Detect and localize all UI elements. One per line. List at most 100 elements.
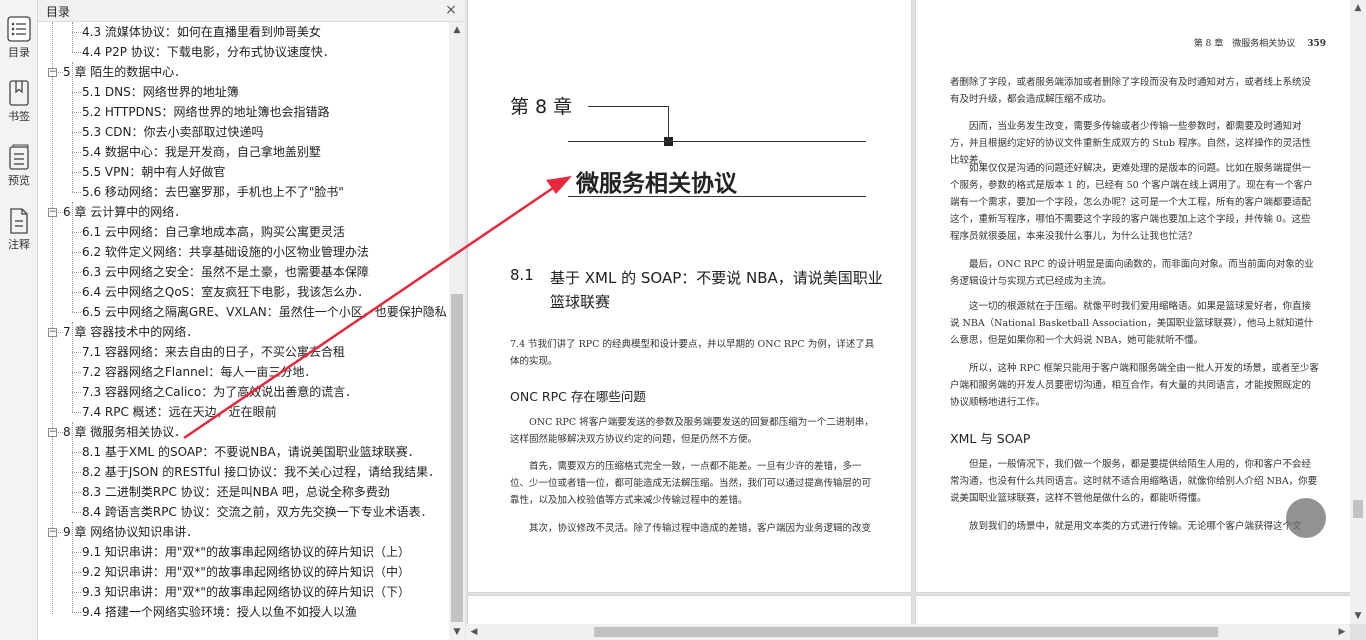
tree-branch-line (72, 452, 81, 453)
collapse-toggle-icon[interactable]: − (48, 328, 57, 337)
toc-section-item[interactable]: 9.2 知识串讲：用"双*"的故事串起网络协议的碎片知识（中） (38, 562, 448, 582)
toc-section-item[interactable]: 8.4 跨语言类RPC 协议：交流之前，双方先交换一下专业术语表． (38, 502, 448, 522)
toc-section-item[interactable]: 6.4 云中网络之QoS：室友疯狂下电影，我该怎么办． (38, 282, 448, 302)
back-to-top-button[interactable] (1286, 498, 1326, 538)
running-header-chapter: 第 8 章 微服务相关协议 (1193, 39, 1296, 49)
document-viewer: 第 8 章 微服务相关协议 8.1 基于 XML 的 SOAP：不要说 NBA，… (466, 0, 1366, 640)
paragraph-3: 如果仅仅是沟通的问题还好解决，更难处理的是版本的问题。比如在服务端提供一个服务，… (950, 163, 1313, 242)
toc-section-item[interactable]: 6.3 云中网络之安全：虽然不是土豪，也需要基本保障 (38, 262, 448, 282)
page-360 (468, 596, 911, 626)
tree-branch-line (72, 52, 81, 53)
toc-section-item[interactable]: 5.2 HTTPDNS：网络世界的地址簿也会指错路 (38, 102, 448, 122)
tree-branch-line (72, 312, 81, 313)
collapse-toggle-icon[interactable]: − (48, 428, 57, 437)
toc-item-label: 8 章 微服务相关协议． (63, 422, 187, 442)
chapter-title: 微服务相关协议 (576, 171, 737, 197)
toc-section-item[interactable]: 5.5 VPN：朝中有人好做官 (38, 162, 448, 182)
rail-bookmark-label: 书签 (8, 110, 30, 123)
toc-tree: 4.3 流媒体协议：如何在直播里看到帅哥美女 4.4 P2P 协议：下载电影，分布… (38, 22, 448, 640)
toc-item-label: 5.3 CDN：你去小卖部取过快递吗 (82, 125, 264, 139)
toc-section-item[interactable]: 5.6 移动网络：去巴塞罗那，手机也上不了"脸书" (38, 182, 448, 202)
document-horizontal-scrollbar[interactable]: ◀ ▶ (466, 624, 1350, 640)
rail-preview-label: 预览 (8, 174, 30, 187)
section-number: 8.1 (510, 266, 534, 284)
bookmark-icon (9, 80, 29, 106)
close-icon[interactable]: × (443, 2, 459, 18)
horizontal-scroll-thumb[interactable] (594, 627, 1218, 637)
toc-scrollbar[interactable]: ▲ ▼ (449, 22, 465, 640)
toc-item-label: 5.4 数据中心：我是开发商，自己拿地盖别墅 (82, 145, 321, 159)
scroll-up-icon[interactable]: ▲ (449, 22, 465, 38)
toc-item-label: 7.2 容器网络之Flannel：每人一亩三分地． (82, 365, 317, 379)
toc-item-label: 6.1 云中网络：自己拿地成本高，购买公寓更灵活 (82, 225, 345, 239)
collapse-toggle-icon[interactable]: − (48, 68, 57, 77)
toc-section-item[interactable]: 7.1 容器网络：来去自由的日子，不买公寓去合租 (38, 342, 448, 362)
scroll-down-icon[interactable]: ▼ (1350, 608, 1366, 624)
toc-item-label: 5.6 移动网络：去巴塞罗那，手机也上不了"脸书" (82, 185, 344, 199)
toc-item-label: 8.1 基于XML 的SOAP：不要说NBA，请说美国职业篮球联赛． (82, 445, 420, 459)
toc-item-label: 8.2 基于JSON 的RESTful 接口协议：我不关心过程，请给我结果． (82, 465, 441, 479)
tree-guide-line (72, 202, 73, 312)
toc-section-item[interactable]: 8.1 基于XML 的SOAP：不要说NBA，请说美国职业篮球联赛． (38, 442, 448, 462)
toc-section-item[interactable]: 4.4 P2P 协议：下载电影，分布式协议速度快． (38, 42, 448, 62)
scroll-up-icon[interactable]: ▲ (1350, 0, 1366, 16)
tree-branch-line (72, 252, 81, 253)
toc-section-item[interactable]: 7.3 容器网络之Calico：为了高效说出善意的谎言． (38, 382, 448, 402)
toc-section-item[interactable]: 5.3 CDN：你去小卖部取过快递吗 (38, 122, 448, 142)
rail-bookmark-button[interactable]: 书签 (0, 76, 38, 128)
toc-section-item[interactable]: 8.3 二进制类RPC 协议：还是叫NBA 吧，总说全称多费劲 (38, 482, 448, 502)
collapse-toggle-icon[interactable]: − (48, 528, 57, 537)
document-vertical-scrollbar[interactable]: ▲ ▼ (1350, 0, 1366, 624)
toc-item-label: 5.2 HTTPDNS：网络世界的地址簿也会指错路 (82, 105, 330, 119)
scroll-right-icon[interactable]: ▶ (1334, 624, 1350, 640)
vertical-scroll-thumb[interactable] (1353, 500, 1363, 518)
page-number: 359 (1307, 39, 1326, 49)
toc-chapter-item[interactable]: −8 章 微服务相关协议． (38, 422, 448, 442)
toc-section-item[interactable]: 9.1 知识串讲：用"双*"的故事串起网络协议的碎片知识（上） (38, 542, 448, 562)
toc-chapter-item[interactable]: −6 章 云计算中的网络． (38, 202, 448, 222)
toc-chapter-item[interactable]: −9 章 网络协议知识串讲． (38, 522, 448, 542)
toc-section-item[interactable]: 6.2 软件定义网络：共享基础设施的小区物业管理办法 (38, 242, 448, 262)
toc-chapter-item[interactable]: −5 章 陌生的数据中心． (38, 62, 448, 82)
tree-branch-line (72, 92, 81, 93)
toc-section-item[interactable]: 9.4 搭建一个网络实验环境：授人以鱼不如授人以渔 (38, 602, 448, 622)
toc-item-label: 6.2 软件定义网络：共享基础设施的小区物业管理办法 (82, 245, 369, 259)
toc-item-label: 6.3 云中网络之安全：虽然不是土豪，也需要基本保障 (82, 265, 369, 279)
toc-section-item[interactable]: 5.1 DNS：网络世界的地址簿 (38, 82, 448, 102)
toc-section-item[interactable]: 5.4 数据中心：我是开发商，自己拿地盖别墅 (38, 142, 448, 162)
tree-branch-line (72, 192, 81, 193)
toc-section-item[interactable]: 6.5 云中网络之隔离GRE、VXLAN：虽然住一个小区，也要保护隐私 (38, 302, 448, 322)
rail-annotation-button[interactable]: 注释 (0, 204, 38, 256)
tree-branch-line (72, 152, 81, 153)
toc-item-label: 6.4 云中网络之QoS：室友疯狂下电影，我该怎么办． (82, 285, 370, 299)
scroll-left-icon[interactable]: ◀ (466, 624, 482, 640)
tree-branch-line (72, 412, 81, 413)
collapse-toggle-icon[interactable]: − (48, 208, 57, 217)
toc-chapter-item[interactable]: −7 章 容器技术中的网络． (38, 322, 448, 342)
toc-section-item[interactable]: 9.3 知识串讲：用"双*"的故事串起网络协议的碎片知识（下） (38, 582, 448, 602)
rail-toc-button[interactable]: 目录 (0, 12, 38, 64)
rail-preview-button[interactable]: 预览 (0, 140, 38, 192)
tree-branch-line (72, 612, 81, 613)
paragraph-1: ONC RPC 将客户端要发送的参数及服务端要发送的回复都压缩为一个二进制串，这… (510, 417, 874, 445)
toc-item-label: 6 章 云计算中的网络． (63, 205, 187, 219)
toc-title: 目录 (46, 5, 71, 19)
paragraph-6: 所以，这种 RPC 框架只能用于客户端和服务端全由一批人开发的场景，或者至少客户… (950, 363, 1319, 408)
toc-section-item[interactable]: 7.2 容器网络之Flannel：每人一亩三分地． (38, 362, 448, 382)
tree-branch-line (72, 492, 81, 493)
chapter-number: 第 8 章 (510, 96, 573, 118)
toc-item-label: 4.4 P2P 协议：下载电影，分布式协议速度快． (82, 45, 335, 59)
toc-section-item[interactable]: 7.4 RPC 概述：远在天边，近在眼前 (38, 402, 448, 422)
paragraph-5: 这一切的根源就在于压缩。就像平时我们爱用缩略语。如果是篮球爱好者，你直接说 NB… (950, 301, 1314, 346)
tree-branch-line (72, 512, 81, 513)
scroll-down-icon[interactable]: ▼ (449, 624, 465, 640)
toc-section-item[interactable]: 4.3 流媒体协议：如何在直播里看到帅哥美女 (38, 22, 448, 42)
preview-icon (9, 144, 29, 170)
toc-panel: 目录 × 4.3 流媒体协议：如何在直播里看到帅哥美女 4.4 P2P 协议：下载… (38, 0, 465, 640)
toc-item-label: 9 章 网络协议知识串讲． (63, 525, 199, 539)
toc-section-item[interactable]: 6.1 云中网络：自己拿地成本高，购买公寓更灵活 (38, 222, 448, 242)
tree-branch-line (72, 552, 81, 553)
tree-guide-line (72, 422, 73, 512)
toc-section-item[interactable]: 8.2 基于JSON 的RESTful 接口协议：我不关心过程，请给我结果． (38, 462, 448, 482)
toc-scroll-thumb[interactable] (451, 294, 463, 622)
